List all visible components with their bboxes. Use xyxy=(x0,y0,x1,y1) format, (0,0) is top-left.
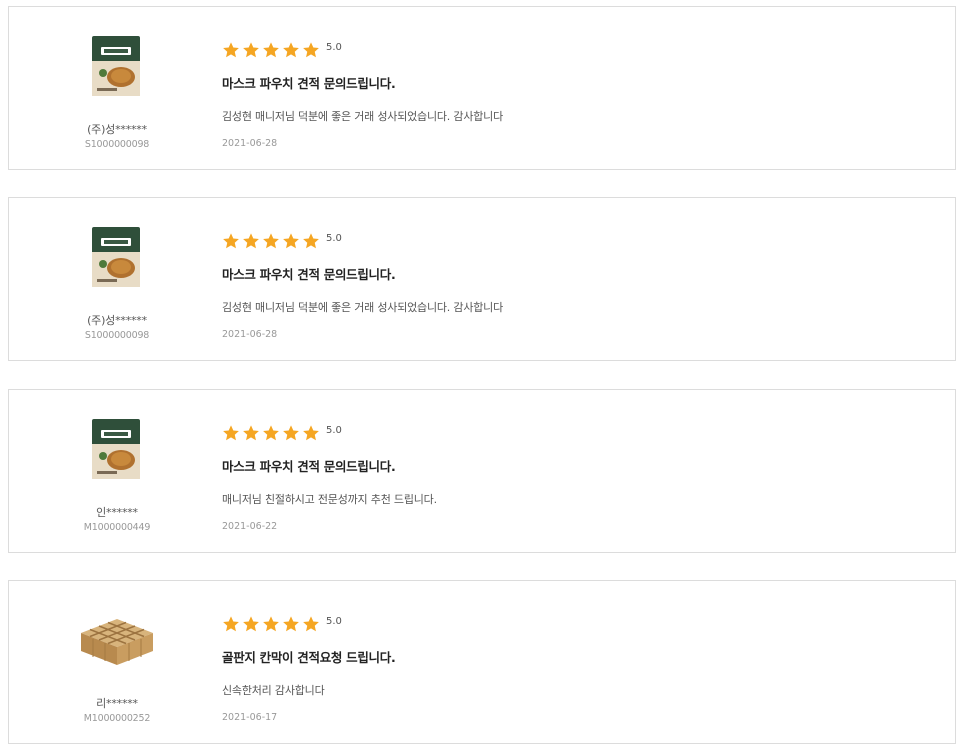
review-content: 5.0 마스크 파우치 견적 문의드립니다. 김성현 매니저님 덕분에 좋은 거… xyxy=(222,198,955,360)
reviewer-name: 인****** xyxy=(96,506,138,519)
star-icon xyxy=(222,232,240,250)
review-body: 매니저님 친절하시고 전문성까지 추천 드립니다. xyxy=(222,493,437,506)
pork-cutlet-package-image xyxy=(92,36,140,96)
star-icon xyxy=(262,424,280,442)
review-content: 5.0 마스크 파우치 견적 문의드립니다. 김성현 매니저님 덕분에 좋은 거… xyxy=(222,7,955,169)
review-date: 2021-06-22 xyxy=(222,521,278,532)
star-icon xyxy=(282,424,300,442)
star-icon xyxy=(282,615,300,633)
star-icon xyxy=(262,41,280,59)
star-icon xyxy=(222,41,240,59)
product-thumbnail[interactable] xyxy=(91,35,141,97)
review-title[interactable]: 마스크 파우치 견적 문의드립니다. xyxy=(222,73,396,92)
star-rating: 5.0 xyxy=(222,232,342,250)
star-rating: 5.0 xyxy=(222,41,342,59)
reviewer-column: 인****** M1000000449 xyxy=(67,390,167,552)
pork-cutlet-package-image xyxy=(92,419,140,479)
star-icon xyxy=(262,232,280,250)
review-title[interactable]: 골판지 칸막이 견적요청 드립니다. xyxy=(222,647,396,666)
rating-score: 5.0 xyxy=(326,615,342,627)
rating-score: 5.0 xyxy=(326,232,342,244)
star-icon xyxy=(222,424,240,442)
star-icon xyxy=(282,232,300,250)
star-icon xyxy=(302,424,320,442)
rating-score: 5.0 xyxy=(326,424,342,436)
review-date: 2021-06-17 xyxy=(222,712,278,723)
review-title[interactable]: 마스크 파우치 견적 문의드립니다. xyxy=(222,456,396,475)
reviewer-column: (주)성****** S1000000098 xyxy=(67,7,167,169)
reviewer-name: (주)성****** xyxy=(87,314,147,327)
review-content: 5.0 마스크 파우치 견적 문의드립니다. 매니저님 친절하시고 전문성까지 … xyxy=(222,390,955,552)
product-thumbnail[interactable] xyxy=(91,418,141,480)
reviewer-id: S1000000098 xyxy=(84,139,150,150)
star-icon xyxy=(302,41,320,59)
review-content: 5.0 골판지 칸막이 견적요청 드립니다. 신속한처리 감사합니다 2021-… xyxy=(222,581,955,743)
star-icon xyxy=(242,41,260,59)
review-list: (주)성****** S1000000098 5.0 마스크 파우치 견적 문의… xyxy=(0,0,966,752)
reviewer-id: S1000000098 xyxy=(84,330,150,341)
cardboard-partition-image xyxy=(81,619,153,665)
star-icon xyxy=(302,232,320,250)
star-icon xyxy=(262,615,280,633)
review-title[interactable]: 마스크 파우치 견적 문의드립니다. xyxy=(222,264,396,283)
star-icon xyxy=(242,232,260,250)
reviewer-column: 리****** M1000000252 xyxy=(67,581,167,743)
review-body: 김성현 매니저님 덕분에 좋은 거래 성사되었습니다. 감사합니다 xyxy=(222,301,503,314)
reviewer-name: (주)성****** xyxy=(87,123,147,136)
star-icon xyxy=(302,615,320,633)
star-icon xyxy=(242,424,260,442)
reviewer-id: M1000000252 xyxy=(83,713,151,724)
reviewer-id: M1000000449 xyxy=(83,522,151,533)
review-card: (주)성****** S1000000098 5.0 마스크 파우치 견적 문의… xyxy=(8,6,956,170)
pork-cutlet-package-image xyxy=(92,227,140,287)
review-body: 신속한처리 감사합니다 xyxy=(222,684,325,697)
review-card: 인****** M1000000449 5.0 마스크 파우치 견적 문의드립니… xyxy=(8,389,956,553)
product-thumbnail[interactable] xyxy=(75,599,159,675)
reviewer-name: 리****** xyxy=(96,697,138,710)
review-date: 2021-06-28 xyxy=(222,138,278,149)
review-date: 2021-06-28 xyxy=(222,329,278,340)
review-card: (주)성****** S1000000098 5.0 마스크 파우치 견적 문의… xyxy=(8,197,956,361)
reviewer-column: (주)성****** S1000000098 xyxy=(67,198,167,360)
review-body: 김성현 매니저님 덕분에 좋은 거래 성사되었습니다. 감사합니다 xyxy=(222,110,503,123)
product-thumbnail[interactable] xyxy=(91,226,141,288)
star-rating: 5.0 xyxy=(222,615,342,633)
star-icon xyxy=(242,615,260,633)
star-icon xyxy=(282,41,300,59)
review-card: 리****** M1000000252 5.0 골판지 칸막이 견적요청 드립니… xyxy=(8,580,956,744)
rating-score: 5.0 xyxy=(326,41,342,53)
star-icon xyxy=(222,615,240,633)
star-rating: 5.0 xyxy=(222,424,342,442)
